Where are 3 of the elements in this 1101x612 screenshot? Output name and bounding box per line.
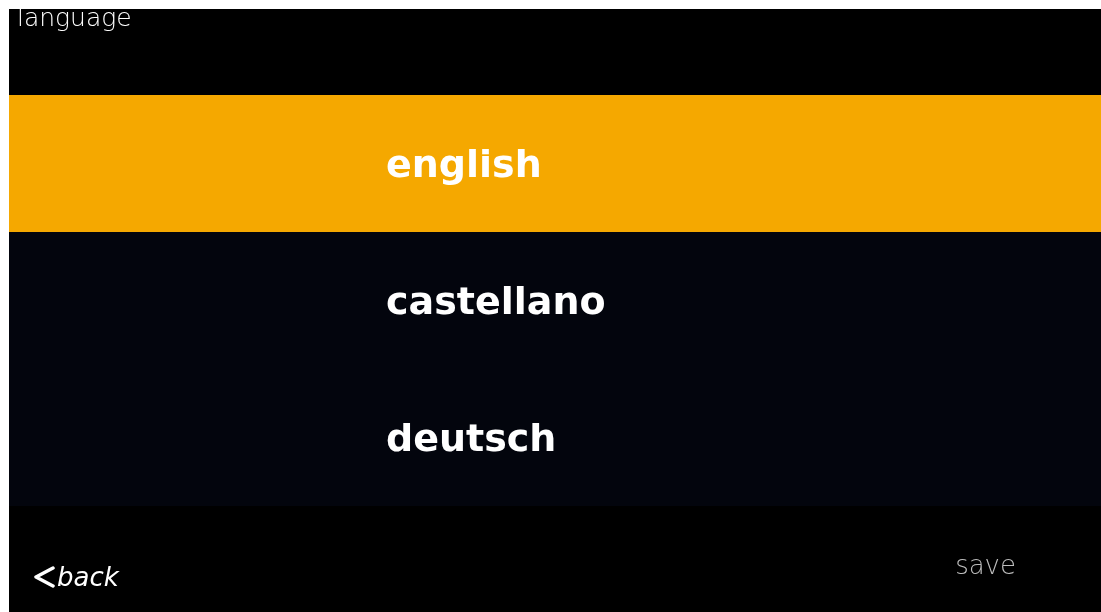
screen-title: language [17,3,132,33]
chevron-left-icon [33,565,55,589]
back-button[interactable]: back [33,562,119,592]
